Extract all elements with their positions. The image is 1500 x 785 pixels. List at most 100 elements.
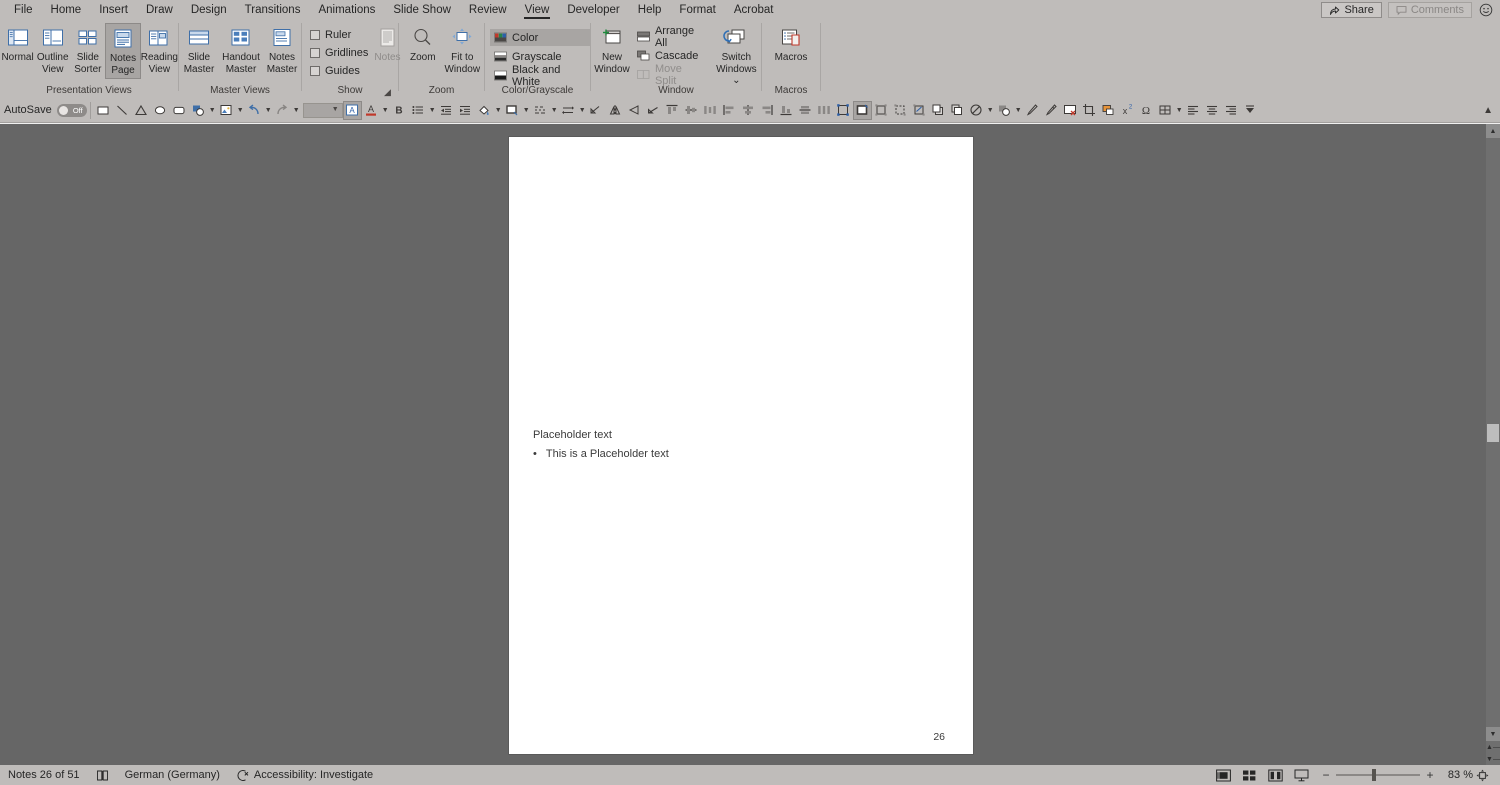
align-bottom-button[interactable] <box>777 101 796 120</box>
fit-slide-icon[interactable] <box>1476 769 1496 782</box>
crop-button[interactable] <box>1080 101 1099 120</box>
rectangle-shape-button[interactable] <box>94 101 113 120</box>
previous-slide-button[interactable]: ▲— <box>1486 741 1500 753</box>
smiley-face-icon[interactable] <box>1478 2 1494 18</box>
align-top-button[interactable] <box>663 101 682 120</box>
shape-fill-button[interactable] <box>189 101 208 120</box>
grayscale-mode-button[interactable]: Grayscale <box>490 48 590 65</box>
fit-to-window-button[interactable]: Fit to Window <box>441 23 484 79</box>
line-style-button[interactable] <box>503 101 522 120</box>
font-color-button[interactable]: A <box>362 101 381 120</box>
scroll-down-button[interactable]: ▼ <box>1486 727 1500 741</box>
more-commands-button[interactable] <box>1241 101 1260 120</box>
chevron-up-icon[interactable]: ▲ <box>1483 105 1493 116</box>
gridlines-checkbox[interactable]: Gridlines <box>310 46 368 60</box>
slide-sorter-button[interactable]: Slide Sorter <box>70 23 105 79</box>
arrange-all-button[interactable]: Arrange All <box>633 25 706 49</box>
tab-animations[interactable]: Animations <box>309 0 384 20</box>
next-slide-button[interactable]: ▼— <box>1486 753 1500 765</box>
zoom-level-label[interactable]: 83 % <box>1442 769 1476 781</box>
redo-button[interactable] <box>273 101 292 120</box>
align-middle-button[interactable] <box>682 101 701 120</box>
black-and-white-mode-button[interactable]: Black and White <box>490 64 590 88</box>
bring-forward-button[interactable] <box>929 101 948 120</box>
tab-developer[interactable]: Developer <box>558 0 628 20</box>
chevron-down-icon[interactable]: ▼ <box>986 107 995 114</box>
notes-page-canvas[interactable]: Placeholder text • This is a Placeholder… <box>509 137 973 754</box>
rotate-button[interactable] <box>587 101 606 120</box>
rotate-left-button[interactable] <box>644 101 663 120</box>
chevron-down-icon[interactable]: ▼ <box>1175 107 1184 114</box>
tab-slide-show[interactable]: Slide Show <box>384 0 460 20</box>
zoom-thumb[interactable] <box>1372 769 1376 781</box>
status-slide-sorter-button[interactable] <box>1236 766 1262 784</box>
spellcheck-status[interactable] <box>88 765 117 785</box>
regroup-objects-button[interactable] <box>910 101 929 120</box>
align-text-center-button[interactable] <box>1203 101 1222 120</box>
autosave-toggle[interactable]: Off <box>56 103 87 117</box>
notes-button[interactable]: Notes <box>374 23 401 79</box>
group-objects-button[interactable] <box>872 101 891 120</box>
notes-master-button[interactable]: Notes Master <box>263 23 301 79</box>
symbol-button[interactable]: Ω <box>1137 101 1156 120</box>
align-text-right-button[interactable] <box>1222 101 1241 120</box>
autosave-control[interactable]: AutoSave Off <box>0 103 87 117</box>
placeholder-title-text[interactable]: Placeholder text <box>533 429 612 441</box>
scroll-up-button[interactable]: ▲ <box>1486 124 1500 138</box>
guides-checkbox[interactable]: Guides <box>310 64 368 78</box>
bullet-list-button[interactable] <box>409 101 428 120</box>
chevron-down-icon[interactable]: ▼ <box>292 107 301 114</box>
arrow-style-button[interactable] <box>559 101 578 120</box>
tab-insert[interactable]: Insert <box>90 0 137 20</box>
align-right-edge-button[interactable] <box>758 101 777 120</box>
notes-page-button[interactable]: Notes Page <box>105 23 141 79</box>
status-reading-view-button[interactable] <box>1262 766 1288 784</box>
delete-slide-button[interactable] <box>1061 101 1080 120</box>
flip-vertical-button[interactable] <box>606 101 625 120</box>
undo-button[interactable] <box>245 101 264 120</box>
handout-master-button[interactable]: Handout Master <box>219 23 263 79</box>
eyedropper-button[interactable] <box>1042 101 1061 120</box>
tab-view[interactable]: View <box>516 0 559 20</box>
chevron-down-icon[interactable]: ▼ <box>494 107 503 114</box>
macros-button[interactable]: Macros <box>768 23 814 79</box>
tab-home[interactable]: Home <box>42 0 91 20</box>
ellipse-shape-button[interactable] <box>151 101 170 120</box>
zoom-track[interactable] <box>1336 769 1420 781</box>
flip-horizontal-button[interactable] <box>625 101 644 120</box>
no-fill-button[interactable] <box>967 101 986 120</box>
text-box-button[interactable]: A <box>342 100 362 120</box>
show-dialog-launcher[interactable]: ◢ <box>384 87 394 97</box>
align-text-left-button[interactable] <box>1184 101 1203 120</box>
cascade-button[interactable]: Cascade <box>633 47 706 64</box>
zoom-button[interactable]: Zoom <box>405 23 441 79</box>
ungroup-objects-button[interactable] <box>891 101 910 120</box>
bold-button[interactable]: B <box>390 101 409 120</box>
status-slide-show-button[interactable] <box>1288 766 1314 784</box>
chevron-down-icon[interactable]: ▼ <box>264 107 273 114</box>
tab-help[interactable]: Help <box>629 0 671 20</box>
placeholder-body-text[interactable]: • This is a Placeholder text <box>533 448 669 461</box>
send-backward-button[interactable] <box>948 101 967 120</box>
slide-master-button[interactable]: Slide Master <box>179 23 219 79</box>
superscript-button[interactable]: x2 <box>1118 101 1137 120</box>
chevron-down-icon[interactable]: ▼ <box>236 107 245 114</box>
selection-pane-button[interactable] <box>834 101 853 120</box>
increase-indent-button[interactable] <box>456 101 475 120</box>
tab-draw[interactable]: Draw <box>137 0 182 20</box>
rounded-rectangle-shape-button[interactable] <box>170 101 189 120</box>
shape-effects-button[interactable] <box>995 101 1014 120</box>
table-button[interactable] <box>1156 101 1175 120</box>
slide-count-status[interactable]: Notes 26 of 51 <box>0 765 88 785</box>
outline-view-button[interactable]: Outline View <box>35 23 70 79</box>
normal-view-button[interactable]: Normal <box>0 23 35 79</box>
chevron-down-icon[interactable]: ▼ <box>578 107 587 114</box>
chevron-down-icon[interactable]: ▼ <box>381 107 390 114</box>
tab-file[interactable]: File <box>5 0 42 20</box>
chevron-down-icon[interactable]: ▼ <box>522 107 531 114</box>
decrease-indent-button[interactable] <box>437 101 456 120</box>
tab-transitions[interactable]: Transitions <box>236 0 310 20</box>
zoom-slider[interactable]: − + <box>1314 768 1442 782</box>
move-split-button[interactable]: Move Split <box>633 63 706 87</box>
status-normal-view-button[interactable] <box>1210 766 1236 784</box>
